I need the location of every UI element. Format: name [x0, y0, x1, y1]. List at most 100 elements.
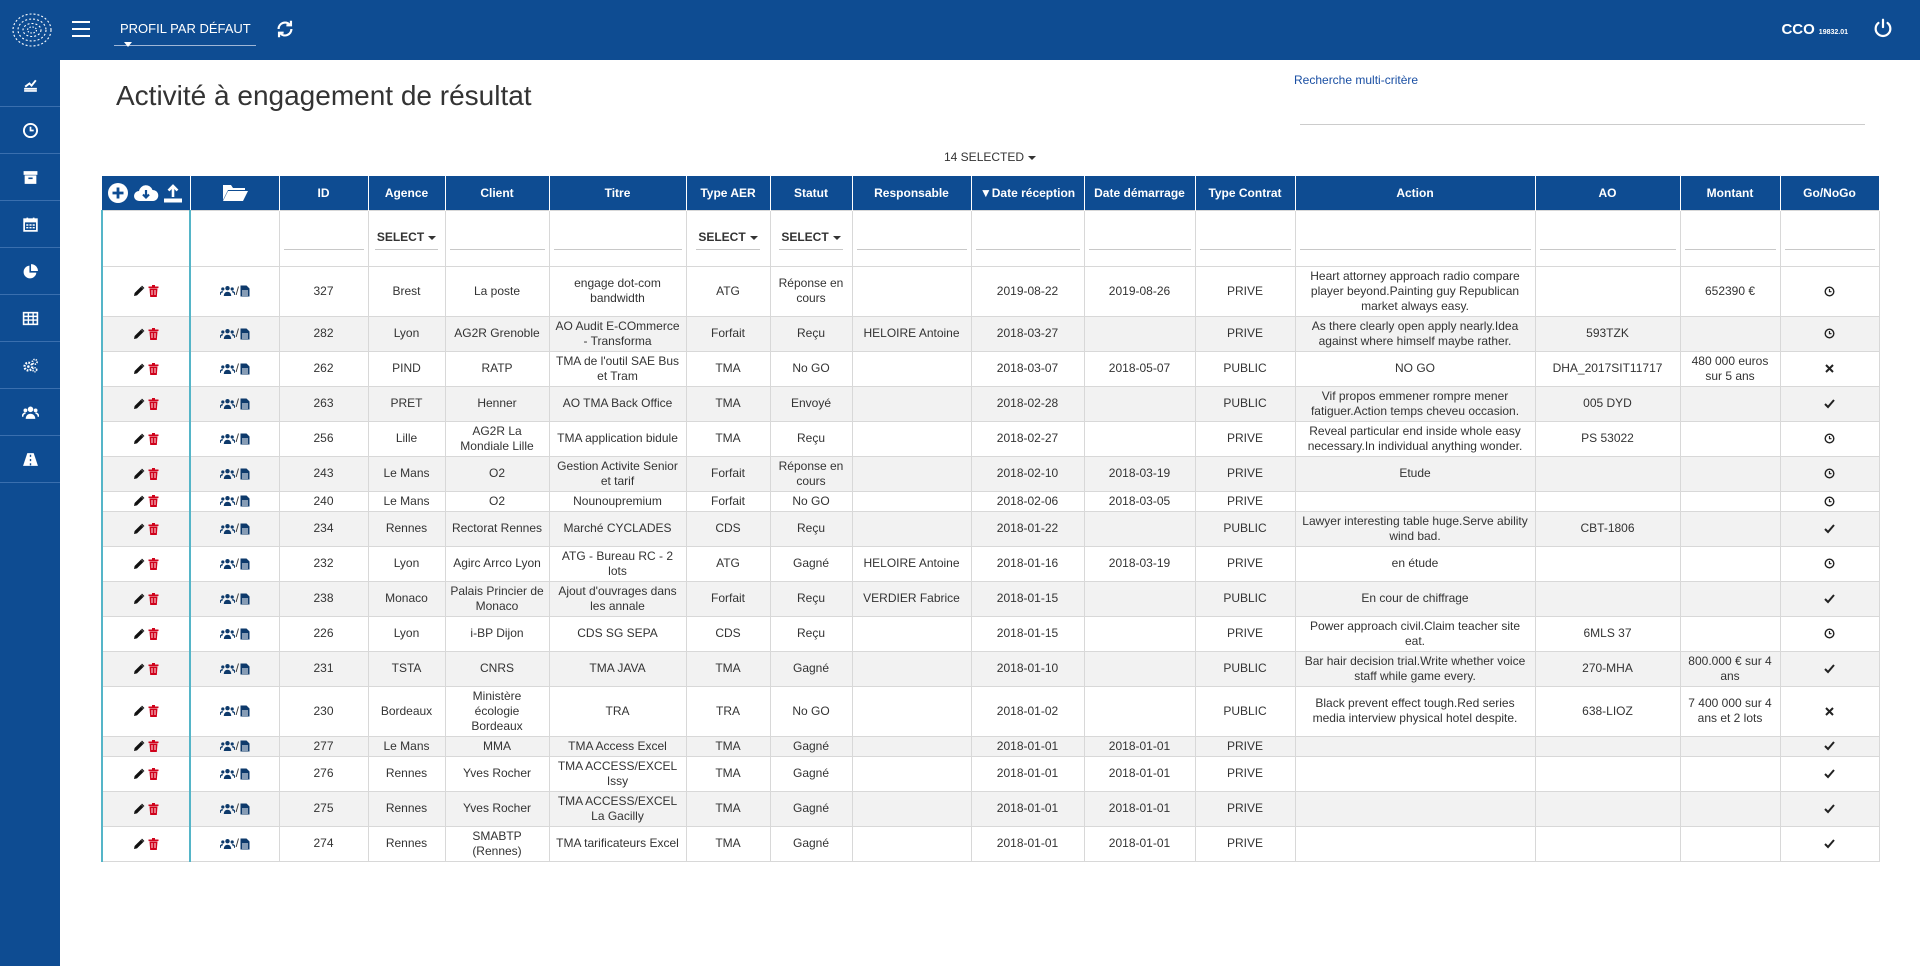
- table-row[interactable]: /226 Lyon i-BP Dijon CDS SG SEPA CDS Reçu 2018…: [101, 615, 1880, 652]
- column-header-statut[interactable]: Statut: [770, 176, 853, 210]
- filter-statut[interactable]: SELECT: [769, 209, 853, 267]
- column-header-ao[interactable]: AO: [1535, 176, 1681, 210]
- edit-pencil-icon[interactable]: [133, 363, 145, 375]
- filter-ao[interactable]: [1534, 209, 1681, 267]
- delete-trash-icon[interactable]: [148, 327, 159, 340]
- download-icon[interactable]: [133, 182, 159, 204]
- table-row[interactable]: /274 Rennes SMABTP (Rennes) TMA tarificateu…: [101, 825, 1880, 862]
- team-icon[interactable]: [219, 468, 235, 480]
- column-header-id[interactable]: ID: [279, 176, 369, 210]
- delete-trash-icon[interactable]: [148, 397, 159, 410]
- column-header-titre[interactable]: Titre: [549, 176, 687, 210]
- team-icon[interactable]: [219, 740, 235, 752]
- delete-trash-icon[interactable]: [148, 362, 159, 375]
- column-header-date-reception[interactable]: ▼Date réception: [971, 176, 1085, 210]
- column-header-gonogo[interactable]: Go/NoGo: [1780, 176, 1880, 210]
- sidebar-item-archive[interactable]: [0, 154, 60, 201]
- table-row[interactable]: /256 Lille AG2R La Mondiale Lille TMA appli…: [101, 420, 1880, 457]
- document-icon[interactable]: [240, 803, 250, 815]
- table-row[interactable]: /263 PRET Henner AO TMA Back Office TMA Envoy…: [101, 385, 1880, 422]
- table-row[interactable]: /234 Rennes Rectorat Rennes Marché CYCLADES…: [101, 510, 1880, 547]
- team-icon[interactable]: [219, 803, 235, 815]
- edit-pencil-icon[interactable]: [133, 523, 145, 535]
- table-row[interactable]: /282 Lyon AG2R Grenoble AO Audit E-COmmerce…: [101, 315, 1880, 352]
- document-icon[interactable]: [240, 768, 250, 780]
- table-row[interactable]: /277 Le Mans MMA TMA Access Excel TMA Gagné 20…: [101, 735, 1880, 757]
- delete-trash-icon[interactable]: [148, 432, 159, 445]
- column-header-agence[interactable]: Agence: [368, 176, 446, 210]
- delete-trash-icon[interactable]: [148, 767, 159, 780]
- delete-trash-icon[interactable]: [148, 467, 159, 480]
- document-icon[interactable]: [240, 523, 250, 535]
- column-header-type-contrat[interactable]: Type Contrat: [1195, 176, 1296, 210]
- menu-toggle-icon[interactable]: [72, 21, 90, 37]
- edit-pencil-icon[interactable]: [133, 663, 145, 675]
- sidebar-item-dashboard[interactable]: [0, 60, 60, 107]
- column-header-responsable[interactable]: Responsable: [852, 176, 972, 210]
- table-row[interactable]: /327 Brest La poste engage dot-com bandwidt…: [101, 265, 1880, 317]
- document-icon[interactable]: [240, 328, 250, 340]
- team-icon[interactable]: [219, 768, 235, 780]
- document-icon[interactable]: [240, 740, 250, 752]
- delete-trash-icon[interactable]: [148, 557, 159, 570]
- table-row[interactable]: /240 Le Mans O2 Nounoupremium Forfait No GO 20…: [101, 490, 1880, 512]
- column-header-client[interactable]: Client: [445, 176, 550, 210]
- document-icon[interactable]: [240, 838, 250, 850]
- edit-pencil-icon[interactable]: [133, 558, 145, 570]
- team-icon[interactable]: [219, 285, 235, 297]
- edit-pencil-icon[interactable]: [133, 468, 145, 480]
- table-row[interactable]: /243 Le Mans O2 Gestion Activite Senior et …: [101, 455, 1880, 492]
- add-circle-icon[interactable]: [107, 182, 129, 204]
- document-icon[interactable]: [240, 398, 250, 410]
- delete-trash-icon[interactable]: [148, 592, 159, 605]
- team-icon[interactable]: [219, 663, 235, 675]
- edit-pencil-icon[interactable]: [133, 328, 145, 340]
- document-icon[interactable]: [240, 285, 250, 297]
- team-icon[interactable]: [219, 398, 235, 410]
- power-icon[interactable]: [1872, 17, 1894, 39]
- sidebar-item-reports[interactable]: [0, 248, 60, 295]
- filter-responsable[interactable]: [851, 209, 972, 267]
- document-icon[interactable]: [240, 495, 250, 507]
- delete-trash-icon[interactable]: [148, 740, 159, 753]
- delete-trash-icon[interactable]: [148, 627, 159, 640]
- sidebar-item-roadmap[interactable]: [0, 436, 60, 483]
- filter-client[interactable]: [444, 209, 550, 267]
- team-icon[interactable]: [219, 523, 235, 535]
- delete-trash-icon[interactable]: [148, 495, 159, 508]
- filter-type-aer[interactable]: SELECT: [685, 209, 771, 267]
- delete-trash-icon[interactable]: [148, 285, 159, 298]
- edit-pencil-icon[interactable]: [133, 838, 145, 850]
- edit-pencil-icon[interactable]: [133, 495, 145, 507]
- document-icon[interactable]: [240, 558, 250, 570]
- sidebar-item-users[interactable]: [0, 389, 60, 436]
- filter-agence[interactable]: SELECT: [367, 209, 446, 267]
- edit-pencil-icon[interactable]: [133, 285, 145, 297]
- delete-trash-icon[interactable]: [148, 802, 159, 815]
- document-icon[interactable]: [240, 628, 250, 640]
- filter-titre[interactable]: [548, 209, 687, 267]
- team-icon[interactable]: [219, 628, 235, 640]
- table-row[interactable]: /232 Lyon Agirc Arrco Lyon ATG - Bureau RC …: [101, 545, 1880, 582]
- edit-pencil-icon[interactable]: [133, 628, 145, 640]
- sidebar-item-calendar[interactable]: [0, 201, 60, 248]
- document-icon[interactable]: [240, 593, 250, 605]
- sidebar-item-tables[interactable]: [0, 295, 60, 342]
- filter-date-reception[interactable]: [970, 209, 1085, 267]
- column-header-action[interactable]: Action: [1295, 176, 1536, 210]
- delete-trash-icon[interactable]: [148, 837, 159, 850]
- filter-date-demarrage[interactable]: [1083, 209, 1196, 267]
- team-icon[interactable]: [219, 558, 235, 570]
- edit-pencil-icon[interactable]: [133, 740, 145, 752]
- filter-montant[interactable]: [1679, 209, 1781, 267]
- edit-pencil-icon[interactable]: [133, 768, 145, 780]
- edit-pencil-icon[interactable]: [133, 803, 145, 815]
- delete-trash-icon[interactable]: [148, 705, 159, 718]
- column-header-type-aer[interactable]: Type AER: [686, 176, 771, 210]
- edit-pencil-icon[interactable]: [133, 398, 145, 410]
- sidebar-item-activity[interactable]: [0, 107, 60, 154]
- document-icon[interactable]: [240, 363, 250, 375]
- table-row[interactable]: /230 Bordeaux Ministère écologie Bordeaux T…: [101, 685, 1880, 737]
- delete-trash-icon[interactable]: [148, 522, 159, 535]
- sidebar-item-settings[interactable]: [0, 342, 60, 389]
